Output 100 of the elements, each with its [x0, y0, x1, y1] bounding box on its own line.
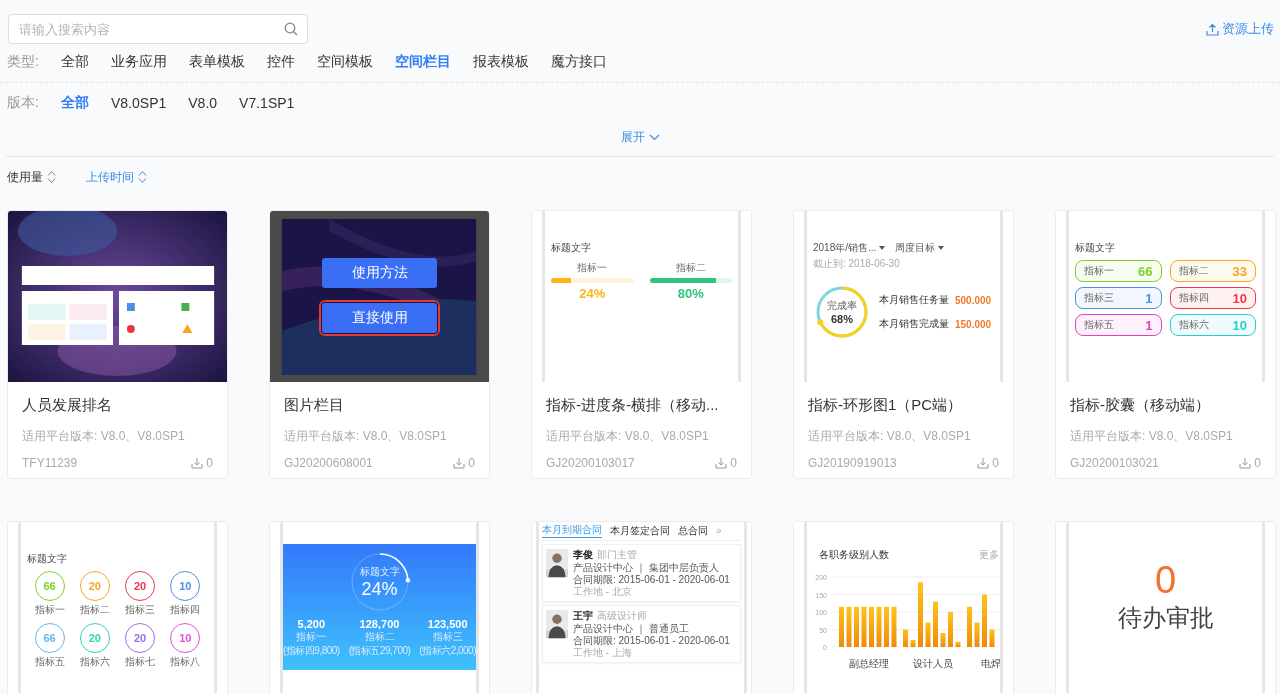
metric-label: 指标一 — [34, 603, 65, 617]
card-title: 指标-环形图1（PC端） — [808, 396, 964, 414]
template-card[interactable]: 使用方法 直接使用 图片栏目 适用平台版本: V8.0、V8.0SP1 GJ20200608001 0 — [269, 210, 490, 479]
preview-button[interactable]: 使用方法 — [322, 258, 437, 288]
filter-option[interactable]: 控件 — [267, 53, 295, 71]
filter-option[interactable]: 全部 — [61, 94, 89, 112]
card-title: 图片栏目 — [284, 396, 345, 414]
chevron-icon — [648, 134, 660, 141]
platform-version: 适用平台版本: V8.0、V8.0SP1 — [22, 428, 186, 445]
sort-icon — [138, 170, 147, 184]
bar — [910, 640, 916, 647]
template-card[interactable]: 0 待办审批 — [1055, 521, 1276, 694]
stat-label: 指标三 — [432, 630, 463, 644]
bar — [903, 629, 908, 647]
preview-heading: 标题文字 — [551, 241, 592, 255]
stat-value: 128,700 — [359, 618, 400, 630]
person-role: 部门主管 — [597, 548, 637, 562]
platform-version: 适用平台版本: V8.0、V8.0SP1 — [1070, 428, 1234, 445]
download-icon — [715, 457, 728, 469]
template-card[interactable]: 2018年/销售... 周度目标 截止到: 2018-06-30 完成率 68% 本月销售任务量 500.000 本月销售完成量 150.000 指标-环形图1（PC端） 适用平台版本: V8.0、V8.0SP1 GJ20190919013 0 — [793, 210, 1014, 479]
upload-icon — [1206, 22, 1219, 36]
metric-label: 指标六 — [79, 655, 110, 669]
template-card[interactable]: 标题文字 指标一 24% 指标二 80% 指标-进度条-横排（移动... 适用平台版本: V8.0、V8.0SP1 GJ20200103017 0 — [531, 210, 752, 479]
platform-version: 适用平台版本: V8.0、V8.0SP1 — [546, 428, 710, 445]
bar — [918, 582, 923, 647]
filter-option[interactable]: V7.1SP1 — [239, 95, 295, 111]
download-icon — [453, 457, 466, 469]
card-title: 指标-进度条-横排（移动... — [546, 396, 720, 414]
bar — [846, 606, 852, 647]
stat-value: 5,200 — [297, 618, 326, 630]
date-label: 截止到: 2018-06-30 — [813, 257, 900, 271]
person-department: 产品设计中心 ｜ 普通员工 — [573, 623, 690, 635]
bar — [869, 606, 874, 647]
search-icon[interactable] — [284, 22, 298, 36]
metric-label: 指标二 — [79, 603, 110, 617]
metric-capsule: 指标三 1 — [1075, 287, 1162, 309]
dropdown[interactable]: 周度目标 — [895, 241, 945, 255]
metric-value: 24% — [579, 286, 606, 301]
gauge-heading: 标题文字 — [359, 564, 400, 579]
stat-note: (指标四9,800) — [283, 644, 340, 658]
metric-label: 本月销售任务量 — [879, 293, 949, 307]
filter-option[interactable]: 魔方接口 — [551, 53, 607, 71]
metric-label: 指标三 — [125, 603, 156, 617]
template-card[interactable]: 本月到期合同 本月签定合同 总合同 » 李俊 部门主管 产品设计中心 ｜ 集团中层负责人 合同期限: 2015-06-01 - 2020-06-01 工作地 - 北京 王宇 高级设计师 产品设计中心 ｜ 普通员工 合同期限: 2015-06-01 - 2020-06-01 工作地 - 上海 — [531, 521, 752, 694]
download-count: 0 — [1254, 456, 1261, 470]
metric-capsule: 指标四 10 — [1169, 287, 1256, 309]
stat-note: (指标六2,000) — [419, 644, 476, 658]
contract-term: 合同期限: 2015-06-01 - 2020-06-01 — [573, 635, 730, 647]
filter-option[interactable]: 全部 — [61, 53, 89, 71]
bar — [982, 594, 987, 647]
gauge-ring — [351, 553, 410, 611]
count-label: 待办审批 — [1117, 603, 1214, 633]
bar — [940, 633, 946, 647]
filter-option[interactable]: V8.0 — [188, 95, 218, 111]
filter-option[interactable]: 空间模板 — [317, 53, 373, 71]
bar — [884, 606, 889, 647]
filter-label: 版本: — [7, 94, 39, 112]
stat-value: 123,500 — [427, 618, 468, 630]
template-code: GJ20190919013 — [808, 456, 897, 470]
preview-tab[interactable]: 本月签定合同 — [610, 523, 670, 538]
metric-capsule: 指标六 10 — [1169, 314, 1256, 336]
bar — [891, 606, 897, 647]
search-field[interactable]: 请输入搜索内容 — [8, 14, 308, 44]
filter-option[interactable]: 报表模板 — [473, 53, 529, 71]
download-count: 0 — [730, 456, 737, 470]
sort-option[interactable]: 使用量 — [7, 168, 56, 186]
download-count: 0 — [992, 456, 999, 470]
filter-option[interactable]: V8.0SP1 — [111, 95, 167, 111]
bar — [955, 641, 961, 647]
preview-heading: 标题文字 — [27, 552, 68, 566]
sort-icon — [47, 170, 56, 184]
filter-option[interactable]: 空间栏目 — [395, 53, 451, 71]
person-name: 王宇 — [573, 609, 593, 623]
filter-option[interactable]: 表单模板 — [189, 53, 245, 71]
template-card[interactable]: 人员发展排名 适用平台版本: V8.0、V8.0SP1 TFY11239 0 — [7, 210, 228, 479]
download-icon — [977, 457, 990, 469]
template-card[interactable]: 标题文字 指标一 66 指标二 33 指标三 1 指标四 10 指标五 1 指标六 10 指标-胶囊（移动端） 适用平台版本: V8.0、V8.0SP1 GJ20200103021 0 — [1055, 210, 1276, 479]
metric-value: 150.000 — [955, 318, 992, 330]
dropdown[interactable]: 2018年/销售... — [813, 241, 886, 255]
preview-heading: 标题文字 — [1075, 241, 1116, 255]
filter-option[interactable]: 业务应用 — [111, 53, 167, 71]
bar — [854, 606, 859, 647]
metric-label: 指标七 — [125, 655, 156, 669]
metric-value: 500.000 — [955, 294, 992, 306]
preview-tab[interactable]: 总合同 — [678, 523, 708, 538]
preview-button[interactable]: 直接使用 — [322, 303, 437, 333]
contract-term: 合同期限: 2015-06-01 - 2020-06-01 — [573, 574, 730, 586]
template-card[interactable]: 标题文字 66 指标一 20 指标二 20 指标三 10 指标四 66 指标五 20 指标六 20 指标七 10 指标八 — [7, 521, 228, 694]
metric-label: 指标八 — [170, 655, 201, 669]
bar — [974, 622, 980, 647]
ring-value: 68% — [831, 313, 853, 325]
template-code: GJ20200103021 — [1070, 456, 1159, 470]
bar — [839, 606, 844, 647]
download-count: 0 — [206, 456, 213, 470]
metric-label: 本月销售完成量 — [879, 317, 949, 331]
work-location: 工作地 - 北京 — [573, 586, 633, 598]
bar — [948, 612, 953, 647]
download-icon — [1239, 457, 1252, 469]
template-code: GJ20200103017 — [546, 456, 635, 470]
gauge-value: 24% — [361, 578, 398, 600]
